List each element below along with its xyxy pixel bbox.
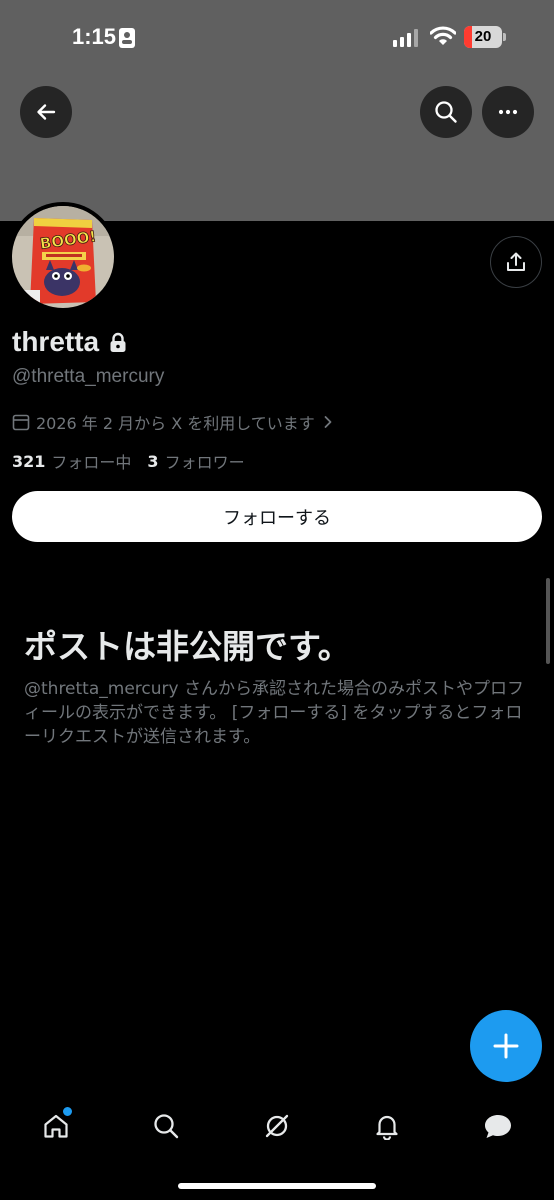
plus-icon [493, 1033, 519, 1059]
search-button[interactable] [420, 86, 472, 138]
follow-stats: 321 フォロー中 3 フォロワー [12, 449, 245, 473]
compose-button[interactable] [470, 1010, 542, 1082]
back-button[interactable] [20, 86, 72, 138]
more-horizontal-icon [498, 109, 518, 115]
wifi-icon [430, 26, 456, 45]
tab-search[interactable] [146, 1106, 186, 1146]
tab-grok[interactable] [257, 1106, 297, 1146]
followers-stat[interactable]: 3 フォロワー [147, 449, 244, 473]
scrollbar[interactable] [546, 578, 550, 664]
cellular-signal-icon [393, 29, 419, 47]
bell-icon [376, 1115, 398, 1140]
joined-date[interactable]: 2026 年 2 月から X を利用しています [12, 410, 333, 434]
more-button[interactable] [482, 86, 534, 138]
id-card-icon [119, 28, 135, 48]
following-label: フォロー中 [51, 453, 132, 472]
avatar[interactable]: BOOO! [8, 202, 118, 312]
home-notification-dot [61, 1105, 74, 1118]
private-title: ポストは非公開です。 [24, 627, 351, 666]
grok-icon [265, 1114, 289, 1138]
battery-indicator: 20 [464, 26, 502, 48]
private-description: @thretta_mercury さんから承認された場合のみポストやプロフィール… [24, 679, 524, 747]
followers-count: 3 [147, 451, 159, 471]
avatar-picture: BOOO! [12, 206, 114, 308]
lock-icon [110, 332, 126, 352]
share-icon [507, 252, 525, 271]
chevron-right-icon [324, 416, 332, 428]
search-icon [154, 1114, 179, 1139]
tab-bar [0, 1096, 554, 1156]
follow-button[interactable]: フォローする [12, 491, 542, 542]
tab-notifications[interactable] [367, 1106, 407, 1146]
share-button[interactable] [490, 236, 542, 288]
home-indicator [178, 1183, 376, 1189]
following-stat[interactable]: 321 フォロー中 [12, 449, 131, 473]
display-name: thretta [12, 326, 127, 358]
status-time: 1:15 [72, 24, 117, 49]
tab-messages[interactable] [478, 1106, 518, 1146]
messages-icon [485, 1115, 511, 1138]
following-count: 321 [12, 451, 46, 471]
arrow-left-icon [37, 104, 56, 120]
display-name-text: thretta [12, 326, 100, 357]
search-icon [435, 101, 457, 123]
calendar-icon [12, 414, 30, 431]
followers-label: フォロワー [164, 453, 245, 472]
handle: @thretta_mercury [12, 366, 165, 387]
joined-text: 2026 年 2 月から X を利用しています [36, 414, 315, 433]
battery-cap [503, 33, 506, 41]
avatar-image: BOOO! [12, 206, 114, 308]
battery-level: 20 [474, 28, 492, 45]
